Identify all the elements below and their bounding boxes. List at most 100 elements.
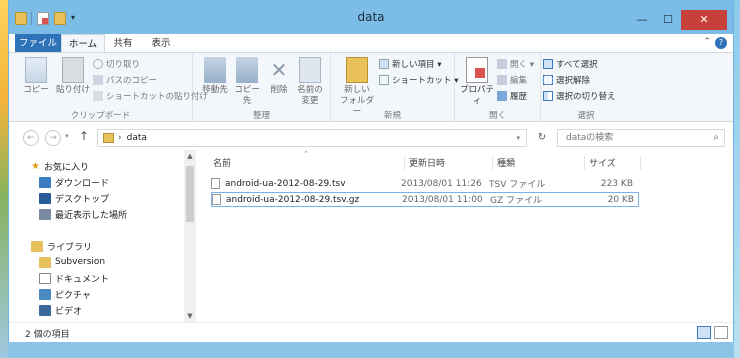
nav-item-documents[interactable]: ドキュメント bbox=[39, 270, 109, 286]
nav-label: ドキュメント bbox=[55, 274, 110, 285]
open-button[interactable]: 開く ▾ bbox=[497, 57, 534, 71]
invert-selection-label: 選択の切り替え bbox=[556, 92, 616, 102]
tab-file[interactable]: ファイル bbox=[15, 34, 61, 53]
refresh-icon[interactable]: ↻ bbox=[533, 132, 551, 143]
group-open: プロパティ 開く ▾ 編集 履歴 開く bbox=[455, 53, 541, 123]
forward-button[interactable]: → bbox=[45, 130, 61, 146]
chevron-up-icon[interactable]: ⌃ bbox=[703, 37, 711, 47]
tab-share[interactable]: 共有 bbox=[105, 34, 141, 53]
copy-button[interactable]: コピー bbox=[21, 57, 51, 96]
group-label-clipboard: クリップボード bbox=[70, 111, 131, 121]
item-count: 2 個の項目 bbox=[25, 330, 70, 340]
paste-shortcut-icon bbox=[93, 91, 103, 101]
column-header-size[interactable]: サイズ bbox=[585, 156, 641, 170]
group-label-select: 選択 bbox=[577, 111, 595, 121]
nav-label: ライブラリ bbox=[47, 242, 93, 253]
window-title: data bbox=[357, 10, 385, 24]
copy-to-button[interactable]: コピー先 bbox=[231, 57, 263, 107]
copy-path-button[interactable]: パスのコピー bbox=[93, 73, 157, 87]
file-list: ⌃ 名前 更新日時 種類 サイズ android-ua-2012-08-29.t… bbox=[199, 150, 733, 322]
rename-button[interactable]: 名前の 変更 bbox=[295, 57, 325, 107]
easy-access-button[interactable]: ショートカット ▾ bbox=[379, 73, 458, 87]
nav-item-subversion[interactable]: Subversion bbox=[39, 254, 105, 270]
edit-button[interactable]: 編集 bbox=[497, 73, 527, 87]
window-controls: — ☐ ✕ bbox=[629, 10, 727, 30]
edit-icon bbox=[497, 75, 507, 85]
taskbar-edge bbox=[8, 342, 734, 358]
scrollbar-thumb[interactable] bbox=[186, 166, 194, 222]
recent-places-icon bbox=[39, 208, 51, 220]
move-to-button[interactable]: 移動先 bbox=[199, 57, 231, 96]
close-button[interactable]: ✕ bbox=[681, 10, 727, 30]
search-box[interactable]: ⌕ bbox=[557, 129, 725, 147]
nav-item-videos[interactable]: ビデオ bbox=[39, 302, 82, 318]
invert-selection-icon bbox=[543, 91, 553, 101]
details-view-icon[interactable] bbox=[697, 326, 711, 339]
rename-label: 名前の 変更 bbox=[297, 85, 323, 106]
address-row: ← → ▾ ↑ › data ▾ ↻ ⌕ bbox=[9, 124, 733, 150]
library-icon bbox=[31, 240, 43, 252]
back-button[interactable]: ← bbox=[23, 130, 39, 146]
column-header-date[interactable]: 更新日時 bbox=[405, 156, 493, 170]
group-select: すべて選択 選択解除 選択の切り替え 選択 bbox=[541, 53, 631, 123]
up-arrow-icon[interactable]: ↑ bbox=[79, 129, 89, 143]
maximize-button[interactable]: ☐ bbox=[655, 10, 681, 30]
delete-button[interactable]: ✕ 削除 bbox=[265, 57, 293, 96]
invert-selection-button[interactable]: 選択の切り替え bbox=[543, 89, 616, 103]
paste-shortcut-button[interactable]: ショートカットの貼り付け bbox=[93, 89, 208, 103]
nav-label: Subversion bbox=[55, 257, 106, 267]
status-bar: 2 個の項目 bbox=[9, 322, 733, 342]
address-dropdown-icon[interactable]: ▾ bbox=[516, 134, 520, 142]
address-bar[interactable]: › data ▾ bbox=[97, 129, 527, 147]
select-all-icon bbox=[543, 59, 553, 69]
properties-button[interactable]: プロパティ bbox=[459, 57, 495, 107]
help-icon[interactable]: ? bbox=[715, 37, 727, 49]
copy-path-label: パスのコピー bbox=[106, 76, 158, 86]
nav-item-downloads[interactable]: ダウンロード bbox=[39, 174, 109, 190]
table-row[interactable]: android-ua-2012-08-29.tsv 2013/08/01 11:… bbox=[211, 176, 639, 191]
minimize-button[interactable]: — bbox=[629, 10, 655, 30]
paste-icon bbox=[62, 57, 84, 83]
history-button[interactable]: 履歴 bbox=[497, 89, 527, 103]
copy-path-icon bbox=[93, 75, 103, 85]
file-size: 20 KB bbox=[607, 194, 634, 205]
search-input[interactable] bbox=[558, 130, 698, 146]
select-all-button[interactable]: すべて選択 bbox=[543, 57, 598, 71]
column-header-name[interactable]: 名前 bbox=[209, 156, 405, 170]
scroll-down-icon[interactable]: ▼ bbox=[184, 312, 196, 320]
nav-item-pictures[interactable]: ピクチャ bbox=[39, 286, 91, 302]
copy-to-label: コピー先 bbox=[234, 85, 260, 106]
file-type: GZ ファイル bbox=[490, 196, 543, 206]
explorer-window: ▾ data — ☐ ✕ ファイル ホーム 共有 表示 ⌃ ? コピー 貼り付け… bbox=[8, 0, 734, 358]
nav-label: デスクトップ bbox=[55, 194, 110, 205]
file-type: TSV ファイル bbox=[489, 180, 546, 190]
nav-item-libraries[interactable]: ライブラリ bbox=[31, 238, 92, 254]
new-item-button[interactable]: 新しい項目 ▾ bbox=[379, 57, 441, 71]
history-label: 履歴 bbox=[510, 92, 528, 102]
tab-view[interactable]: 表示 bbox=[141, 34, 181, 53]
tab-home[interactable]: ホーム bbox=[61, 34, 105, 53]
cut-button[interactable]: 切り取り bbox=[93, 57, 140, 71]
move-to-label: 移動先 bbox=[202, 85, 228, 95]
nav-item-desktop[interactable]: デスクトップ bbox=[39, 190, 109, 206]
copy-label: コピー bbox=[23, 85, 49, 95]
copy-to-icon bbox=[236, 57, 258, 83]
scroll-up-icon[interactable]: ▲ bbox=[184, 152, 196, 160]
large-icons-view-icon[interactable] bbox=[714, 326, 728, 339]
easy-access-label: ショートカット ▾ bbox=[392, 76, 459, 86]
breadcrumb-data[interactable]: data bbox=[127, 133, 147, 143]
search-icon[interactable]: ⌕ bbox=[713, 132, 719, 143]
recent-locations-icon[interactable]: ▾ bbox=[65, 132, 69, 140]
documents-icon bbox=[39, 272, 51, 284]
column-header-type[interactable]: 種類 bbox=[493, 156, 585, 170]
desktop-wallpaper-left bbox=[0, 0, 8, 358]
desktop-wallpaper-right bbox=[734, 0, 740, 358]
nav-item-recent[interactable]: 最近表示した場所 bbox=[39, 206, 127, 222]
properties-label: プロパティ bbox=[459, 85, 494, 106]
downloads-icon bbox=[39, 176, 51, 188]
select-none-button[interactable]: 選択解除 bbox=[543, 73, 590, 87]
table-row[interactable]: android-ua-2012-08-29.tsv.gz 2013/08/01 … bbox=[211, 192, 639, 207]
nav-item-favorites[interactable]: ★ お気に入り bbox=[31, 158, 89, 174]
paste-button[interactable]: 貼り付け bbox=[53, 57, 93, 96]
new-folder-large-icon bbox=[346, 57, 368, 83]
